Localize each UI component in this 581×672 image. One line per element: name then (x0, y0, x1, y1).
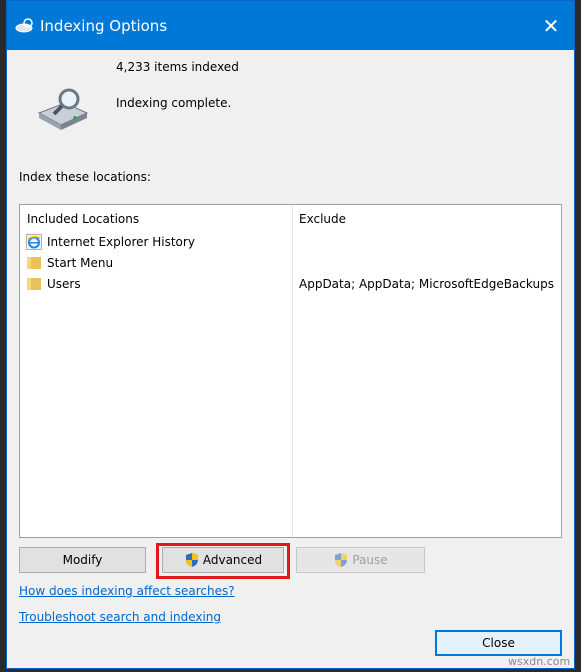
column-separator (292, 205, 293, 537)
pause-label: Pause (352, 553, 388, 567)
location-name: Start Menu (47, 256, 114, 270)
folder-icon (27, 257, 41, 269)
advanced-label: Advanced (202, 553, 263, 567)
folder-icon (27, 278, 41, 290)
modify-label: Modify (62, 553, 103, 567)
uac-shield-icon (185, 553, 198, 567)
ie-icon (26, 234, 42, 250)
exclude-value: AppData; AppData; MicrosoftEdgeBackups (299, 277, 554, 291)
indexing-icon (15, 18, 33, 33)
list-item[interactable]: Internet Explorer History (26, 232, 288, 252)
list-item[interactable]: Start Menu (26, 253, 288, 273)
desktop-background-right (575, 0, 581, 672)
window-title: Indexing Options (40, 17, 168, 35)
drive-magnifier-icon (37, 88, 89, 130)
column-header-exclude[interactable]: Exclude (299, 212, 346, 226)
how-indexing-affects-searches-link[interactable]: How does indexing affect searches? (19, 584, 235, 598)
list-item[interactable]: Users (26, 274, 288, 294)
title-bar[interactable]: Indexing Options ✕ (7, 1, 574, 50)
modify-button[interactable]: Modify (19, 547, 146, 573)
uac-shield-icon (335, 553, 348, 567)
pause-button[interactable]: Pause (296, 547, 425, 573)
close-label: Close (482, 636, 515, 650)
location-name: Internet Explorer History (47, 235, 195, 249)
watermark-text: wsxdn.com (508, 655, 571, 668)
items-indexed-count: 4,233 items indexed (116, 60, 239, 74)
location-name: Users (47, 277, 81, 291)
close-icon: ✕ (542, 13, 560, 38)
index-locations-label: Index these locations: (19, 170, 151, 184)
troubleshoot-link[interactable]: Troubleshoot search and indexing (19, 610, 221, 624)
column-header-included[interactable]: Included Locations (27, 212, 139, 226)
close-window-button[interactable]: ✕ (528, 1, 574, 50)
close-button[interactable]: Close (435, 630, 562, 656)
indexing-options-dialog: Indexing Options ✕ 4,233 items indexed I… (6, 0, 575, 669)
locations-list[interactable]: Included Locations Exclude Internet Expl… (19, 204, 562, 538)
indexing-status: Indexing complete. (116, 96, 232, 110)
advanced-button[interactable]: Advanced (162, 547, 284, 573)
